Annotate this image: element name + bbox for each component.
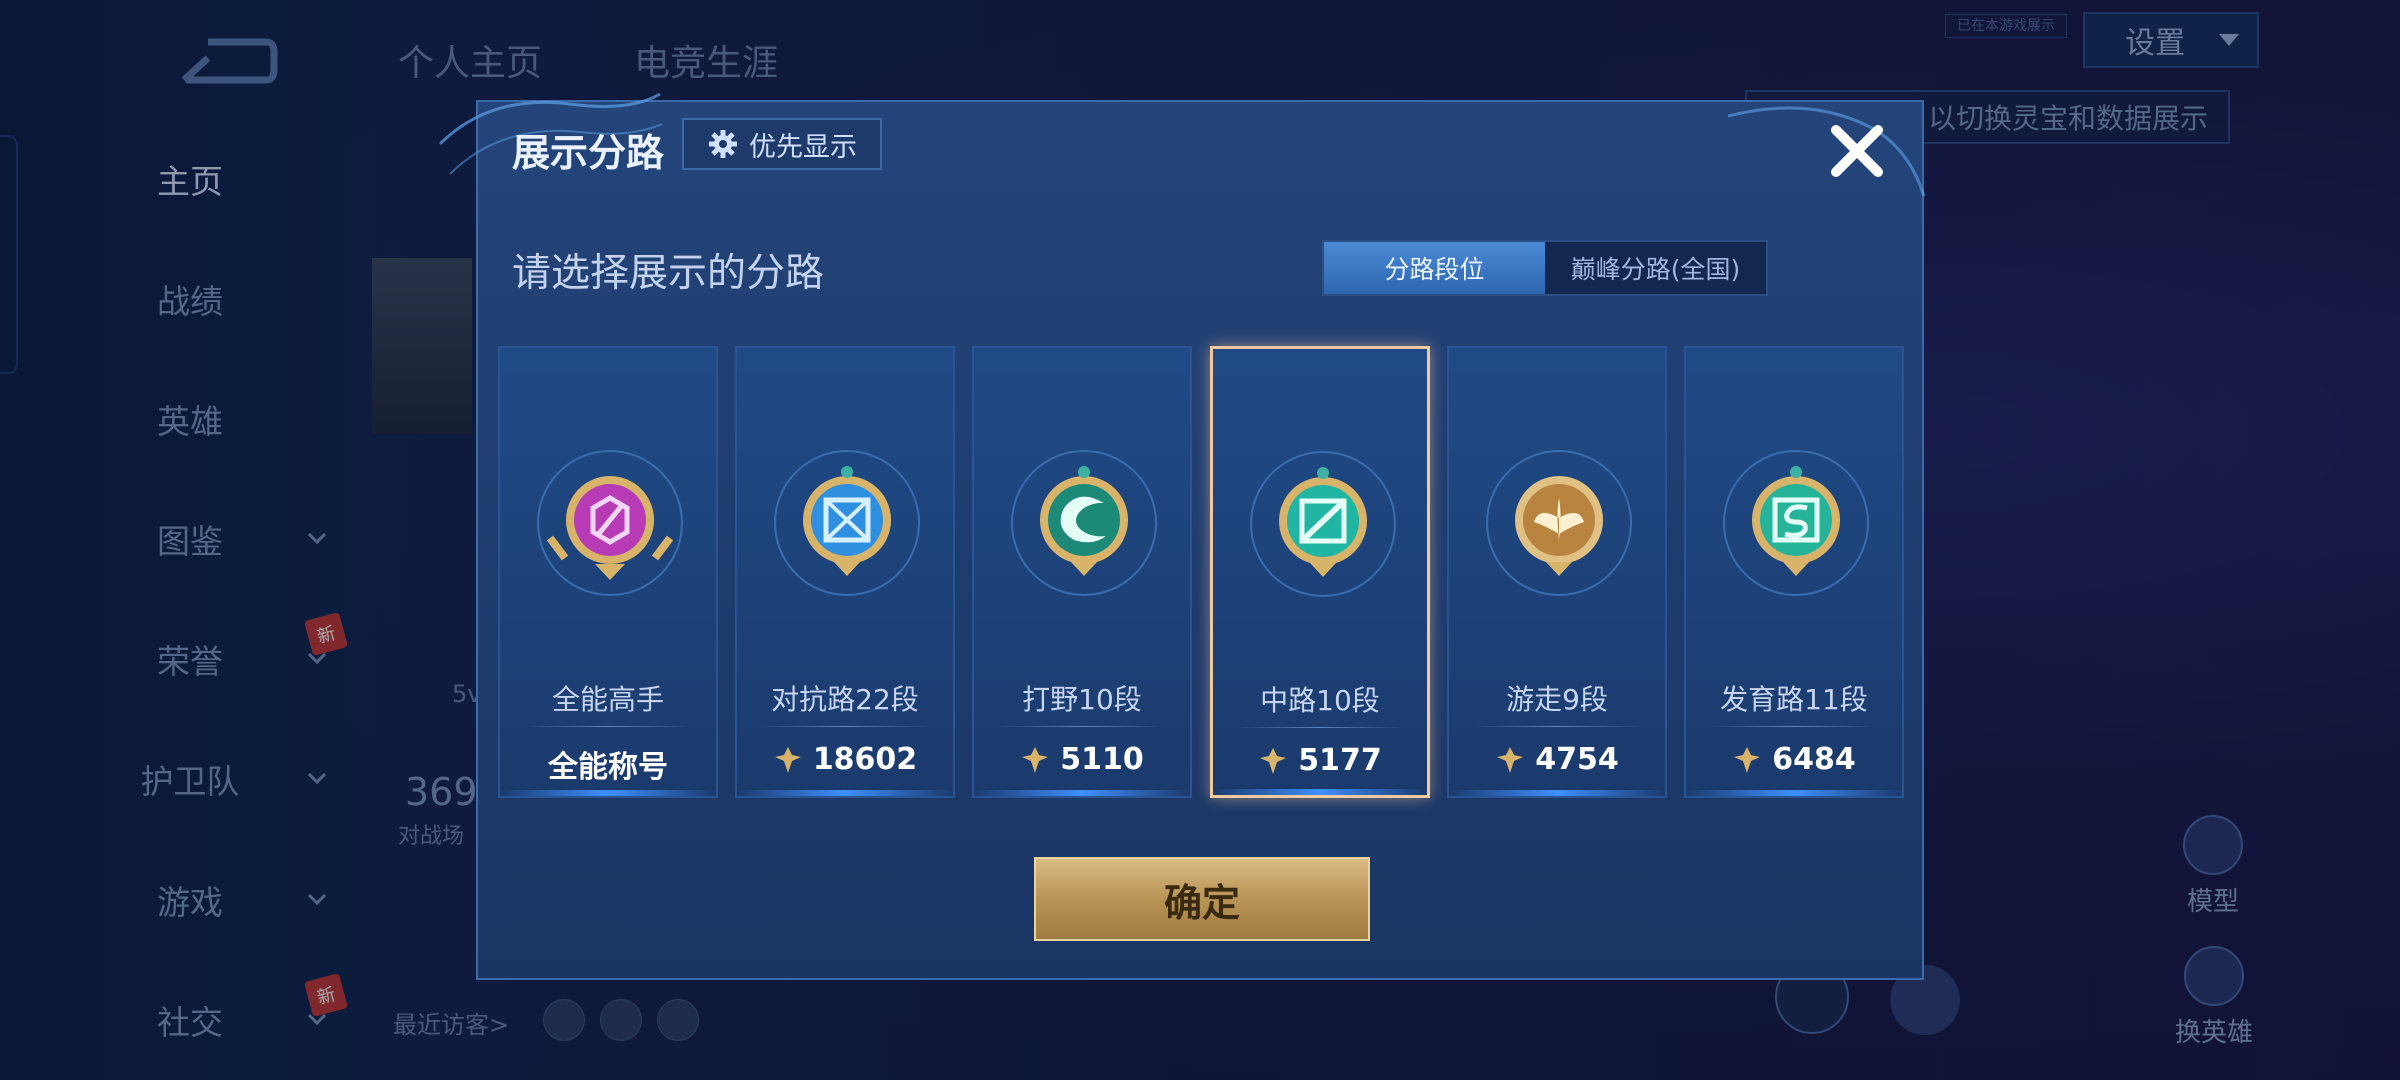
card-glow bbox=[1213, 789, 1427, 795]
card-glow bbox=[1449, 790, 1665, 796]
lane-card-jungle[interactable]: 打野10段 5110 bbox=[972, 346, 1192, 798]
lane-card-clash[interactable]: 对抗路22段 18602 bbox=[735, 346, 955, 798]
confirm-button[interactable]: 确定 bbox=[1034, 857, 1370, 941]
lane-label: 发育路11段 bbox=[1720, 683, 1868, 716]
divider bbox=[1473, 726, 1641, 727]
card-glow bbox=[737, 790, 953, 796]
lane-value-text: 5177 bbox=[1298, 743, 1382, 778]
lane-value: 6484 bbox=[1686, 742, 1902, 777]
divider bbox=[998, 726, 1166, 727]
close-icon[interactable] bbox=[1822, 116, 1892, 186]
confirm-label: 确定 bbox=[1163, 880, 1240, 925]
priority-display-button[interactable]: 优先显示 bbox=[682, 118, 882, 170]
lane-label: 中路10段 bbox=[1260, 684, 1380, 717]
dialog-subtitle: 请选择展示的分路 bbox=[512, 251, 825, 296]
mid-lane-emblem-icon bbox=[1250, 451, 1396, 597]
allround-emblem-icon bbox=[537, 450, 683, 596]
lane-card-allround[interactable]: 全能高手 全能称号 bbox=[498, 346, 718, 798]
farm-lane-emblem-icon bbox=[1723, 450, 1869, 596]
divider bbox=[761, 726, 929, 727]
lane-value-text: 18602 bbox=[812, 742, 918, 777]
lane-label: 全能高手 bbox=[551, 683, 664, 716]
rank-points-icon bbox=[1260, 747, 1287, 774]
card-glow bbox=[1686, 790, 1902, 796]
lane-value-text: 5110 bbox=[1060, 742, 1144, 777]
rank-points-icon bbox=[1734, 746, 1761, 773]
segment-lane-rank[interactable]: 分路段位 bbox=[1324, 242, 1545, 294]
lane-card-farm[interactable]: 发育路11段 6484 bbox=[1684, 346, 1904, 798]
lane-label: 对抗路22段 bbox=[771, 683, 919, 716]
divider bbox=[524, 726, 692, 727]
lane-label: 游走9段 bbox=[1506, 683, 1608, 716]
card-glow bbox=[500, 790, 716, 796]
dialog-title: 展示分路 bbox=[512, 131, 665, 175]
clash-lane-emblem-icon bbox=[774, 450, 920, 596]
priority-label: 优先显示 bbox=[749, 131, 857, 163]
lane-card-roam[interactable]: 游走9段 4754 bbox=[1447, 346, 1667, 798]
lane-label: 打野10段 bbox=[1022, 683, 1142, 716]
divider bbox=[1710, 726, 1878, 727]
card-glow bbox=[974, 790, 1190, 796]
lane-value-text: 6484 bbox=[1772, 742, 1856, 777]
divider bbox=[1237, 727, 1403, 728]
lane-value-text: 4754 bbox=[1535, 742, 1619, 777]
lane-value: 5177 bbox=[1213, 743, 1427, 778]
lane-value-text: 全能称号 bbox=[548, 750, 668, 785]
segment-peak-lane[interactable]: 巅峰分路(全国) bbox=[1545, 242, 1766, 294]
lane-value: 18602 bbox=[737, 742, 953, 777]
roam-emblem-icon bbox=[1486, 450, 1632, 596]
lane-value: 全能称号 bbox=[500, 742, 716, 786]
jungle-emblem-icon bbox=[1011, 450, 1157, 596]
rank-points-icon bbox=[1022, 746, 1049, 773]
lane-value: 5110 bbox=[974, 742, 1190, 777]
lane-value: 4754 bbox=[1449, 742, 1665, 777]
lane-display-dialog: 展示分路 优先显示 请选择展示的分路 分路段位 巅峰分路(全国) 全能高手 全能… bbox=[438, 92, 1926, 980]
view-segment-control: 分路段位 巅峰分路(全国) bbox=[1322, 240, 1768, 296]
gear-icon bbox=[709, 130, 737, 158]
rank-points-icon bbox=[1497, 746, 1524, 773]
lane-card-mid[interactable]: 中路10段 5177 bbox=[1210, 346, 1430, 798]
rank-points-icon bbox=[774, 746, 801, 773]
